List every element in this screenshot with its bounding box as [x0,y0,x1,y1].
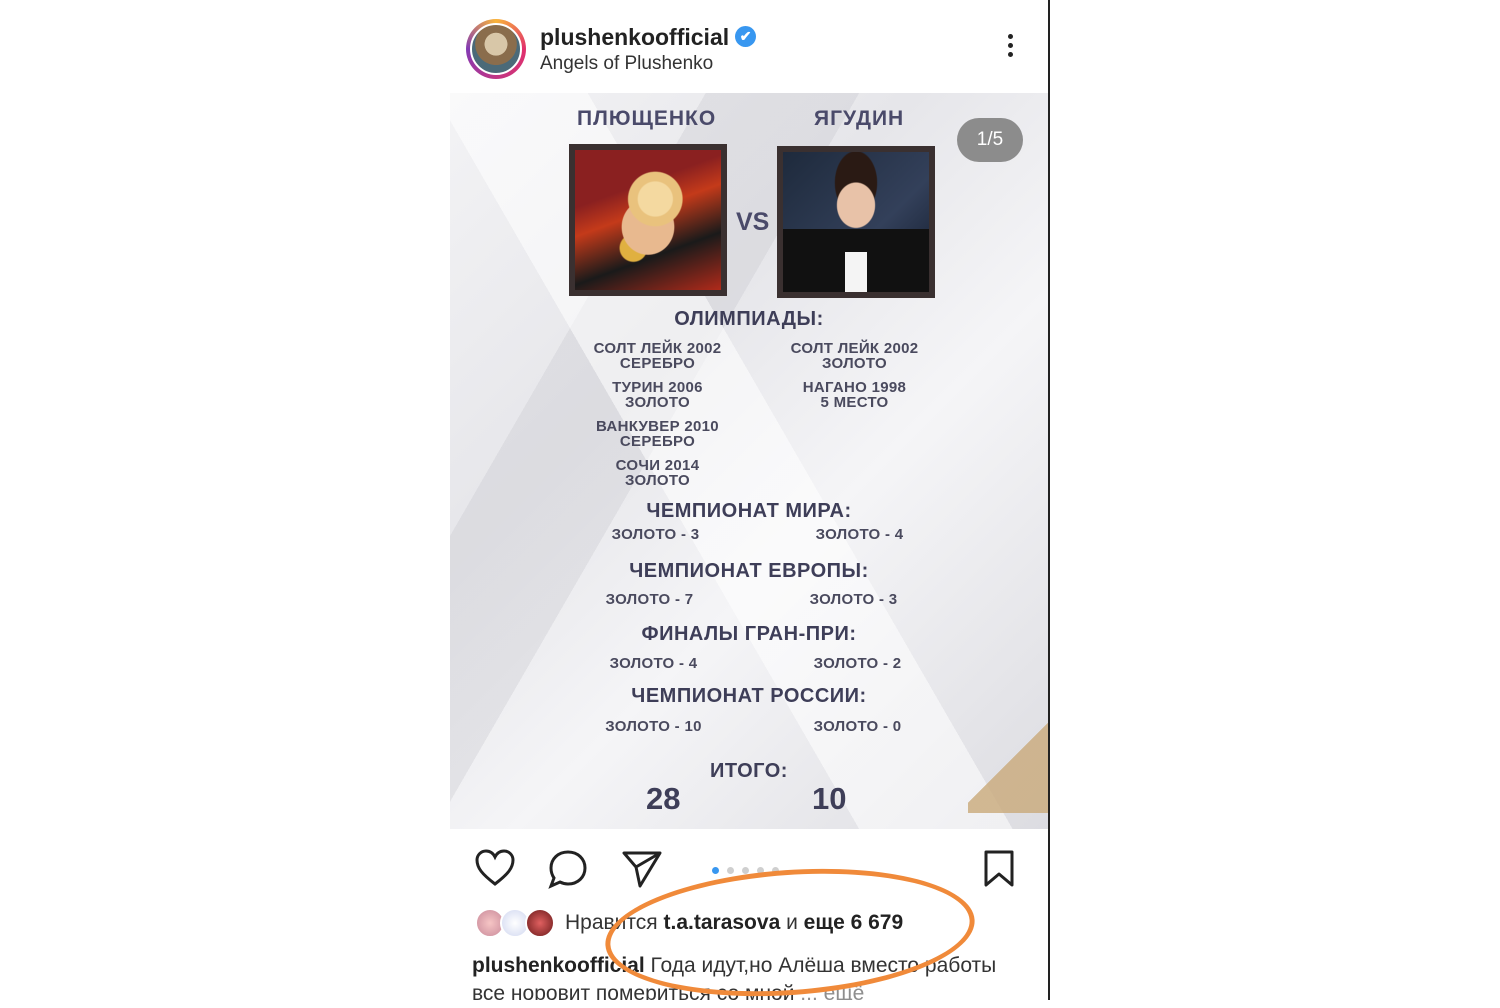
comment-icon[interactable] [547,849,589,894]
olympics-right-item: СОЛТ ЛЕЙК 2002 ЗОЛОТО [790,340,919,372]
worlds-right: ЗОЛОТО - 4 [815,526,904,543]
olympics-heading: ОЛИМПИАДЫ: [674,308,824,330]
gp-heading: ФИНАЛЫ ГРАН-ПРИ: [641,623,857,645]
gp-right: ЗОЛОТО - 2 [813,655,902,672]
versus-label: VS [736,208,770,236]
olympics-left-item: СОЛТ ЛЕЙК 2002 СЕРЕБРО [593,340,722,372]
russia-left: ЗОЛОТО - 10 [605,718,702,735]
olympics-left-item: ТУРИН 2006 ЗОЛОТО [612,379,703,411]
liker-avatar [525,908,555,938]
total-heading: ИТОГО: [710,760,788,782]
post-image[interactable]: ПЛЮЩЕНКО ЯГУДИН VS 1/5 ОЛИМПИАДЫ: СОЛТ Л… [450,93,1048,829]
profile-avatar[interactable] [466,19,526,79]
russia-right: ЗОЛОТО - 0 [813,718,902,735]
olympics-right-item: НАГАНО 1998 5 МЕСТО [802,379,907,411]
background-pattern [450,93,1048,829]
bookmark-icon[interactable] [982,849,1016,894]
send-icon[interactable] [621,849,663,894]
username-link[interactable]: plushenkoofficial ✔ [540,24,757,51]
carousel-dot [727,867,734,874]
post-location[interactable]: Angels of Plushenko [540,53,713,75]
post-header: plushenkoofficial ✔ Angels of Plushenko [450,0,1048,93]
europe-left: ЗОЛОТО - 7 [605,591,694,608]
total-left: 28 [646,781,681,816]
right-athlete-photo [777,146,935,298]
username-text: plushenkoofficial [540,24,730,50]
left-athlete-name: ПЛЮЩЕНКО [577,107,717,130]
left-athlete-photo [569,144,727,296]
carousel-dot [742,867,749,874]
europe-heading: ЧЕМПИОНАТ ЕВРОПЫ: [629,560,869,582]
gp-left: ЗОЛОТО - 4 [609,655,698,672]
instagram-post-screen: plushenkoofficial ✔ Angels of Plushenko П… [450,0,1050,1000]
olympics-left-item: СОЧИ 2014 ЗОЛОТО [615,457,700,489]
russia-heading: ЧЕМПИОНАТ РОССИИ: [631,685,867,707]
carousel-counter: 1/5 [957,118,1023,162]
more-options-icon[interactable] [996,30,1024,70]
worlds-left: ЗОЛОТО - 3 [611,526,700,543]
europe-right: ЗОЛОТО - 3 [809,591,898,608]
olympics-left-item: ВАНКУВЕР 2010 СЕРЕБРО [596,418,719,450]
total-right: 10 [812,781,847,816]
right-athlete-name: ЯГУДИН [814,107,905,130]
carousel-dot-active [712,867,719,874]
heart-icon[interactable] [474,849,516,892]
worlds-heading: ЧЕМПИОНАТ МИРА: [646,500,852,522]
verified-badge-icon: ✔ [735,26,757,48]
avatar-image [470,23,522,75]
